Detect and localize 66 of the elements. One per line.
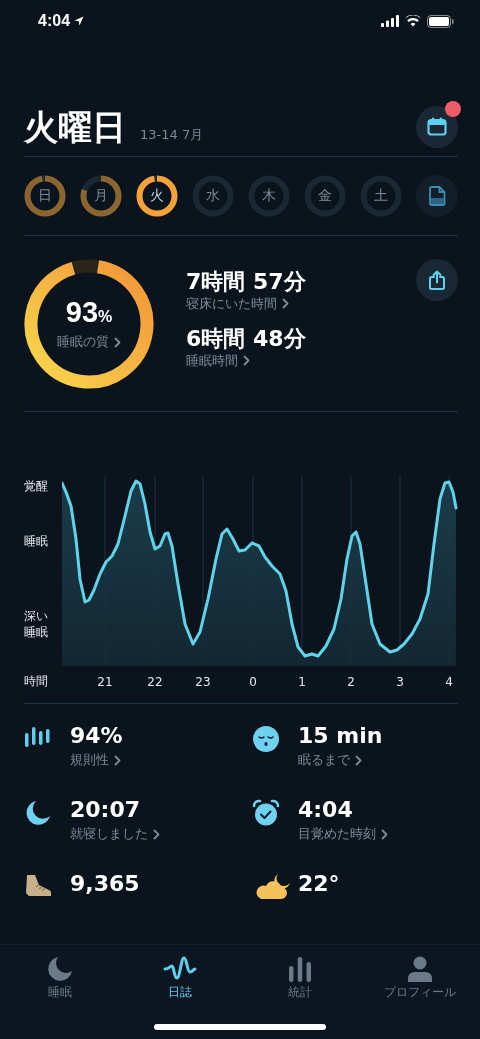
duration-value: 6時間 48分 xyxy=(186,324,306,352)
chevron-icon xyxy=(153,828,160,840)
day-button[interactable]: 金 xyxy=(304,174,346,217)
hour-label: 1 xyxy=(298,675,306,690)
day-button[interactable]: 日 xyxy=(24,174,66,217)
stage-label: 睡眠 xyxy=(24,533,49,550)
duration-value: 7時間 57分 xyxy=(186,267,306,295)
day-button[interactable]: 木 xyxy=(248,174,290,217)
hour-label: 4 xyxy=(445,675,453,690)
moon-icon xyxy=(24,799,52,827)
metric-value: 4:04 xyxy=(298,796,354,824)
quality-link[interactable]: 睡眠の質 xyxy=(57,333,121,352)
location-arrow-icon xyxy=(74,16,85,27)
wifi-icon xyxy=(405,15,421,28)
metric-value: 22° xyxy=(298,870,340,898)
tab[interactable]: 睡眠 xyxy=(0,953,120,1001)
alarm-clock-icon xyxy=(252,799,280,827)
sleeping-face-icon xyxy=(252,725,280,753)
chevron-icon xyxy=(355,754,362,766)
calendar-icon xyxy=(427,117,447,137)
metric-value: 9,365 xyxy=(70,870,140,898)
hour-label: 0 xyxy=(249,675,257,690)
shoe-icon xyxy=(24,873,54,899)
tab[interactable]: プロフィール xyxy=(360,953,480,1001)
day-title: 火曜日 xyxy=(24,106,126,147)
duration-link[interactable]: 睡眠時間 xyxy=(186,351,306,370)
metric-value: 20:07 xyxy=(70,796,142,824)
wave-icon xyxy=(163,956,197,982)
hour-label: 21 xyxy=(97,675,113,690)
signal-icon xyxy=(381,15,399,28)
stage-label: 覚醒 xyxy=(24,478,49,495)
tab[interactable]: 統計 xyxy=(240,953,360,1001)
day-button[interactable]: 水 xyxy=(192,174,234,217)
duration-link[interactable]: 寝床にいた時間 xyxy=(186,294,306,313)
report-button[interactable] xyxy=(416,174,458,217)
day-button[interactable]: 土 xyxy=(360,174,402,217)
day-button[interactable]: 火 xyxy=(136,174,178,217)
hour-label: 3 xyxy=(396,675,404,690)
chevron-icon xyxy=(114,336,121,348)
metric-link[interactable]: 規則性 xyxy=(70,750,123,770)
metric-value: 15 min xyxy=(298,722,383,750)
quality-percent: 93% xyxy=(65,296,113,331)
chevron-icon xyxy=(381,828,388,840)
tab[interactable]: 日誌 xyxy=(120,953,240,1001)
hour-label: 23 xyxy=(195,675,211,690)
date-range: 13-14 7月 xyxy=(140,125,204,144)
person-icon xyxy=(407,956,433,982)
hour-label: 2 xyxy=(347,675,355,690)
clock-time: 4:04 xyxy=(38,12,71,31)
bar-chart-icon xyxy=(287,956,313,982)
metric-value: 94% xyxy=(70,722,123,750)
stage-label: 深い睡眠 xyxy=(24,608,49,641)
moon-icon xyxy=(47,956,73,982)
share-icon xyxy=(428,270,446,290)
chevron-icon xyxy=(282,298,289,310)
metric-link[interactable]: 目覚めた時刻 xyxy=(298,824,388,844)
chevron-icon xyxy=(243,355,250,367)
axis-title: 時間 xyxy=(24,673,49,690)
metric-link[interactable]: 眠るまで xyxy=(298,750,383,770)
battery-icon xyxy=(427,14,454,28)
day-button[interactable]: 月 xyxy=(80,174,122,217)
chevron-icon xyxy=(114,754,121,766)
document-icon xyxy=(428,185,446,206)
share-button[interactable] xyxy=(416,259,458,301)
hour-label: 22 xyxy=(147,675,163,690)
metric-link[interactable]: 就寝しました xyxy=(70,824,160,844)
